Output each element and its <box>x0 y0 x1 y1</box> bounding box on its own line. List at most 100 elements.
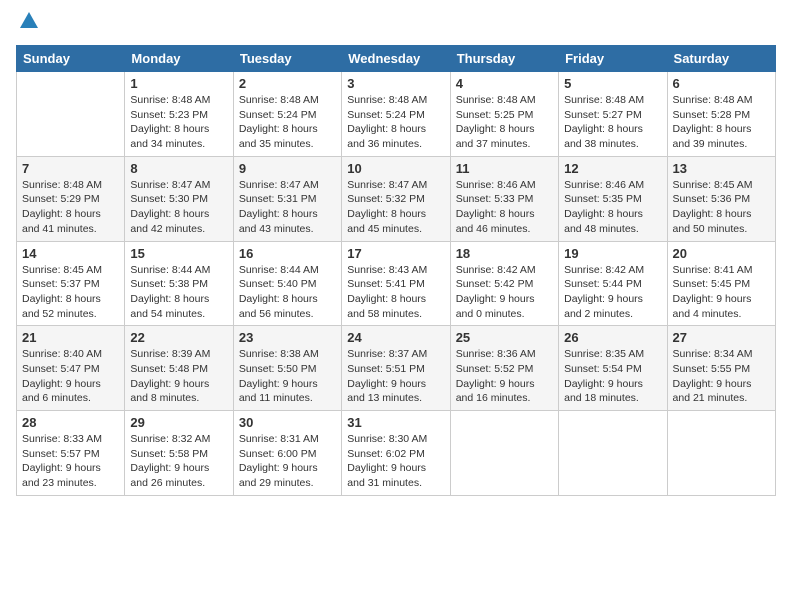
day-number: 31 <box>347 415 444 430</box>
day-info: Sunrise: 8:45 AM Sunset: 5:37 PM Dayligh… <box>22 263 119 322</box>
day-number: 15 <box>130 246 227 261</box>
calendar-cell: 27 Sunrise: 8:34 AM Sunset: 5:55 PM Dayli… <box>667 326 775 411</box>
col-header-sunday: Sunday <box>17 46 125 72</box>
day-info: Sunrise: 8:47 AM Sunset: 5:31 PM Dayligh… <box>239 178 336 237</box>
day-number: 26 <box>564 330 661 345</box>
calendar-table: SundayMondayTuesdayWednesdayThursdayFrid… <box>16 45 776 496</box>
day-info: Sunrise: 8:38 AM Sunset: 5:50 PM Dayligh… <box>239 347 336 406</box>
calendar-cell: 31 Sunrise: 8:30 AM Sunset: 6:02 PM Dayli… <box>342 411 450 496</box>
day-number: 21 <box>22 330 119 345</box>
day-info: Sunrise: 8:37 AM Sunset: 5:51 PM Dayligh… <box>347 347 444 406</box>
day-number: 25 <box>456 330 553 345</box>
day-info: Sunrise: 8:48 AM Sunset: 5:25 PM Dayligh… <box>456 93 553 152</box>
calendar-cell: 15Sunrise: 8:44 AM Sunset: 5:38 PM Dayli… <box>125 241 233 326</box>
calendar-cell: 24 Sunrise: 8:37 AM Sunset: 5:51 PM Dayli… <box>342 326 450 411</box>
day-number: 29 <box>130 415 227 430</box>
calendar-cell: 5 Sunrise: 8:48 AM Sunset: 5:27 PM Daylig… <box>559 72 667 157</box>
day-info: Sunrise: 8:48 AM Sunset: 5:27 PM Dayligh… <box>564 93 661 152</box>
day-number: 20 <box>673 246 770 261</box>
day-number: 9 <box>239 161 336 176</box>
day-info: Sunrise: 8:44 AM Sunset: 5:40 PM Dayligh… <box>239 263 336 322</box>
calendar-cell: 9 Sunrise: 8:47 AM Sunset: 5:31 PM Daylig… <box>233 156 341 241</box>
day-info: Sunrise: 8:45 AM Sunset: 5:36 PM Dayligh… <box>673 178 770 237</box>
day-number: 18 <box>456 246 553 261</box>
logo-icon <box>18 10 40 32</box>
day-info: Sunrise: 8:47 AM Sunset: 5:30 PM Dayligh… <box>130 178 227 237</box>
day-number: 2 <box>239 76 336 91</box>
day-number: 24 <box>347 330 444 345</box>
day-info: Sunrise: 8:34 AM Sunset: 5:55 PM Dayligh… <box>673 347 770 406</box>
day-info: Sunrise: 8:48 AM Sunset: 5:24 PM Dayligh… <box>239 93 336 152</box>
header <box>16 10 776 37</box>
calendar-cell: 3 Sunrise: 8:48 AM Sunset: 5:24 PM Daylig… <box>342 72 450 157</box>
day-info: Sunrise: 8:31 AM Sunset: 6:00 PM Dayligh… <box>239 432 336 491</box>
day-info: Sunrise: 8:48 AM Sunset: 5:29 PM Dayligh… <box>22 178 119 237</box>
day-number: 13 <box>673 161 770 176</box>
calendar-cell: 30 Sunrise: 8:31 AM Sunset: 6:00 PM Dayli… <box>233 411 341 496</box>
day-info: Sunrise: 8:43 AM Sunset: 5:41 PM Dayligh… <box>347 263 444 322</box>
day-info: Sunrise: 8:47 AM Sunset: 5:32 PM Dayligh… <box>347 178 444 237</box>
calendar-cell <box>667 411 775 496</box>
day-number: 16 <box>239 246 336 261</box>
week-row-3: 21 Sunrise: 8:40 AM Sunset: 5:47 PM Dayli… <box>17 326 776 411</box>
day-number: 14 <box>22 246 119 261</box>
day-number: 30 <box>239 415 336 430</box>
week-row-0: 1Sunrise: 8:48 AM Sunset: 5:23 PM Daylig… <box>17 72 776 157</box>
day-info: Sunrise: 8:42 AM Sunset: 5:42 PM Dayligh… <box>456 263 553 322</box>
calendar-cell: 14 Sunrise: 8:45 AM Sunset: 5:37 PM Dayli… <box>17 241 125 326</box>
day-info: Sunrise: 8:42 AM Sunset: 5:44 PM Dayligh… <box>564 263 661 322</box>
page: SundayMondayTuesdayWednesdayThursdayFrid… <box>0 0 792 612</box>
calendar-cell: 22Sunrise: 8:39 AM Sunset: 5:48 PM Dayli… <box>125 326 233 411</box>
calendar-cell <box>559 411 667 496</box>
col-header-tuesday: Tuesday <box>233 46 341 72</box>
calendar-cell: 8Sunrise: 8:47 AM Sunset: 5:30 PM Daylig… <box>125 156 233 241</box>
day-info: Sunrise: 8:32 AM Sunset: 5:58 PM Dayligh… <box>130 432 227 491</box>
day-info: Sunrise: 8:35 AM Sunset: 5:54 PM Dayligh… <box>564 347 661 406</box>
calendar-cell: 4Sunrise: 8:48 AM Sunset: 5:25 PM Daylig… <box>450 72 558 157</box>
calendar-cell: 12 Sunrise: 8:46 AM Sunset: 5:35 PM Dayli… <box>559 156 667 241</box>
calendar-cell <box>17 72 125 157</box>
calendar-cell: 11Sunrise: 8:46 AM Sunset: 5:33 PM Dayli… <box>450 156 558 241</box>
day-number: 3 <box>347 76 444 91</box>
day-info: Sunrise: 8:48 AM Sunset: 5:23 PM Dayligh… <box>130 93 227 152</box>
calendar-cell: 6 Sunrise: 8:48 AM Sunset: 5:28 PM Daylig… <box>667 72 775 157</box>
week-row-4: 28Sunrise: 8:33 AM Sunset: 5:57 PM Dayli… <box>17 411 776 496</box>
calendar-cell: 26 Sunrise: 8:35 AM Sunset: 5:54 PM Dayli… <box>559 326 667 411</box>
day-info: Sunrise: 8:48 AM Sunset: 5:28 PM Dayligh… <box>673 93 770 152</box>
day-info: Sunrise: 8:40 AM Sunset: 5:47 PM Dayligh… <box>22 347 119 406</box>
calendar-cell: 28Sunrise: 8:33 AM Sunset: 5:57 PM Dayli… <box>17 411 125 496</box>
col-header-saturday: Saturday <box>667 46 775 72</box>
day-info: Sunrise: 8:39 AM Sunset: 5:48 PM Dayligh… <box>130 347 227 406</box>
day-info: Sunrise: 8:30 AM Sunset: 6:02 PM Dayligh… <box>347 432 444 491</box>
week-row-2: 14 Sunrise: 8:45 AM Sunset: 5:37 PM Dayli… <box>17 241 776 326</box>
col-header-thursday: Thursday <box>450 46 558 72</box>
calendar-cell: 7 Sunrise: 8:48 AM Sunset: 5:29 PM Daylig… <box>17 156 125 241</box>
day-info: Sunrise: 8:41 AM Sunset: 5:45 PM Dayligh… <box>673 263 770 322</box>
day-number: 27 <box>673 330 770 345</box>
day-number: 7 <box>22 161 119 176</box>
calendar-cell: 1Sunrise: 8:48 AM Sunset: 5:23 PM Daylig… <box>125 72 233 157</box>
col-header-friday: Friday <box>559 46 667 72</box>
day-info: Sunrise: 8:46 AM Sunset: 5:33 PM Dayligh… <box>456 178 553 237</box>
calendar-cell: 13 Sunrise: 8:45 AM Sunset: 5:36 PM Dayli… <box>667 156 775 241</box>
logo <box>16 10 40 37</box>
calendar-cell: 16 Sunrise: 8:44 AM Sunset: 5:40 PM Dayli… <box>233 241 341 326</box>
day-number: 17 <box>347 246 444 261</box>
calendar-cell <box>450 411 558 496</box>
calendar-cell: 19Sunrise: 8:42 AM Sunset: 5:44 PM Dayli… <box>559 241 667 326</box>
day-number: 10 <box>347 161 444 176</box>
col-header-wednesday: Wednesday <box>342 46 450 72</box>
calendar-cell: 25Sunrise: 8:36 AM Sunset: 5:52 PM Dayli… <box>450 326 558 411</box>
day-number: 5 <box>564 76 661 91</box>
week-row-1: 7 Sunrise: 8:48 AM Sunset: 5:29 PM Daylig… <box>17 156 776 241</box>
calendar-cell: 10 Sunrise: 8:47 AM Sunset: 5:32 PM Dayli… <box>342 156 450 241</box>
day-info: Sunrise: 8:48 AM Sunset: 5:24 PM Dayligh… <box>347 93 444 152</box>
calendar-cell: 2 Sunrise: 8:48 AM Sunset: 5:24 PM Daylig… <box>233 72 341 157</box>
day-info: Sunrise: 8:46 AM Sunset: 5:35 PM Dayligh… <box>564 178 661 237</box>
day-number: 28 <box>22 415 119 430</box>
calendar-cell: 23Sunrise: 8:38 AM Sunset: 5:50 PM Dayli… <box>233 326 341 411</box>
calendar-cell: 17 Sunrise: 8:43 AM Sunset: 5:41 PM Dayli… <box>342 241 450 326</box>
day-number: 6 <box>673 76 770 91</box>
day-number: 12 <box>564 161 661 176</box>
calendar-cell: 29 Sunrise: 8:32 AM Sunset: 5:58 PM Dayli… <box>125 411 233 496</box>
